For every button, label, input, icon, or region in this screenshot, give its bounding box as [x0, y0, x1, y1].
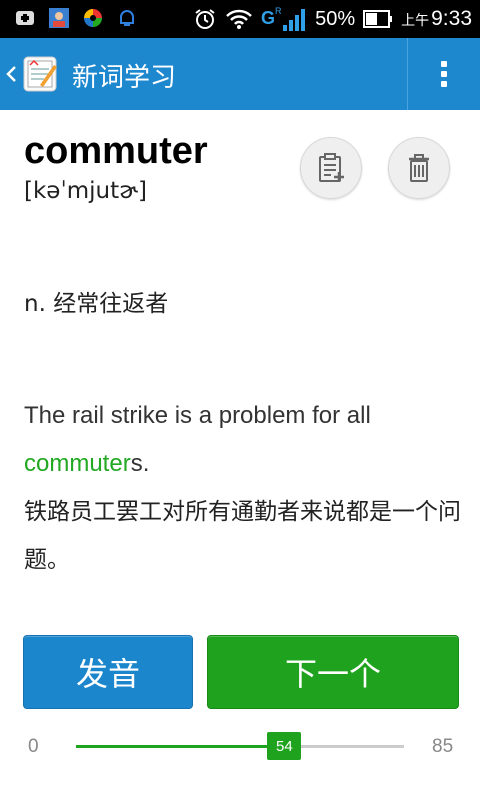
next-button[interactable]: 下一个 [207, 635, 459, 709]
definition: n. 经常往返者 [24, 291, 169, 317]
alarm-icon [195, 9, 215, 29]
headword: commuter [24, 130, 208, 172]
example-highlight: commuter [24, 450, 131, 477]
signal-icon: G R [261, 6, 306, 31]
app-sync-icon [84, 9, 102, 27]
example-sentence: The rail strike is a problem for all com… [24, 392, 464, 584]
progress-thumb[interactable]: 54 [267, 732, 302, 760]
battery-percent: 50% [315, 7, 356, 30]
overflow-menu-icon[interactable] [408, 38, 480, 110]
pronounce-button[interactable]: 发音 [23, 635, 193, 709]
add-to-wordbook-icon [319, 153, 344, 182]
trash-icon [409, 154, 429, 182]
phonetic: [kəˈmjutɚ] [24, 178, 147, 204]
progress-min: 0 [28, 736, 39, 757]
battery-icon [363, 10, 393, 28]
back-arrow-icon[interactable] [4, 60, 18, 88]
progress-slider[interactable]: 54 [76, 732, 404, 760]
example-en-before: The rail strike is a problem for all [24, 402, 371, 429]
clock: 上午9:33 [401, 7, 472, 30]
app-logo-icon[interactable] [22, 53, 60, 93]
action-bar: 新词学习 [0, 38, 480, 110]
example-en-after: s. [130, 450, 150, 477]
svg-text:R: R [275, 6, 282, 16]
status-bar: G R 50% 上午9:33 [0, 0, 480, 38]
svg-text:G: G [261, 8, 275, 28]
delete-button[interactable] [388, 137, 450, 199]
progress-fill [76, 745, 285, 748]
contacts-icon [49, 8, 69, 28]
progress-max: 85 [432, 736, 454, 757]
wifi-icon [226, 9, 252, 29]
example-translation: 铁路员工罢工对所有通勤者来说都是一个问题。 [24, 499, 461, 573]
add-to-wordbook-button[interactable] [300, 137, 362, 199]
page-title: 新词学习 [72, 63, 177, 93]
notification-icon [120, 10, 134, 26]
usb-icon [16, 11, 34, 25]
